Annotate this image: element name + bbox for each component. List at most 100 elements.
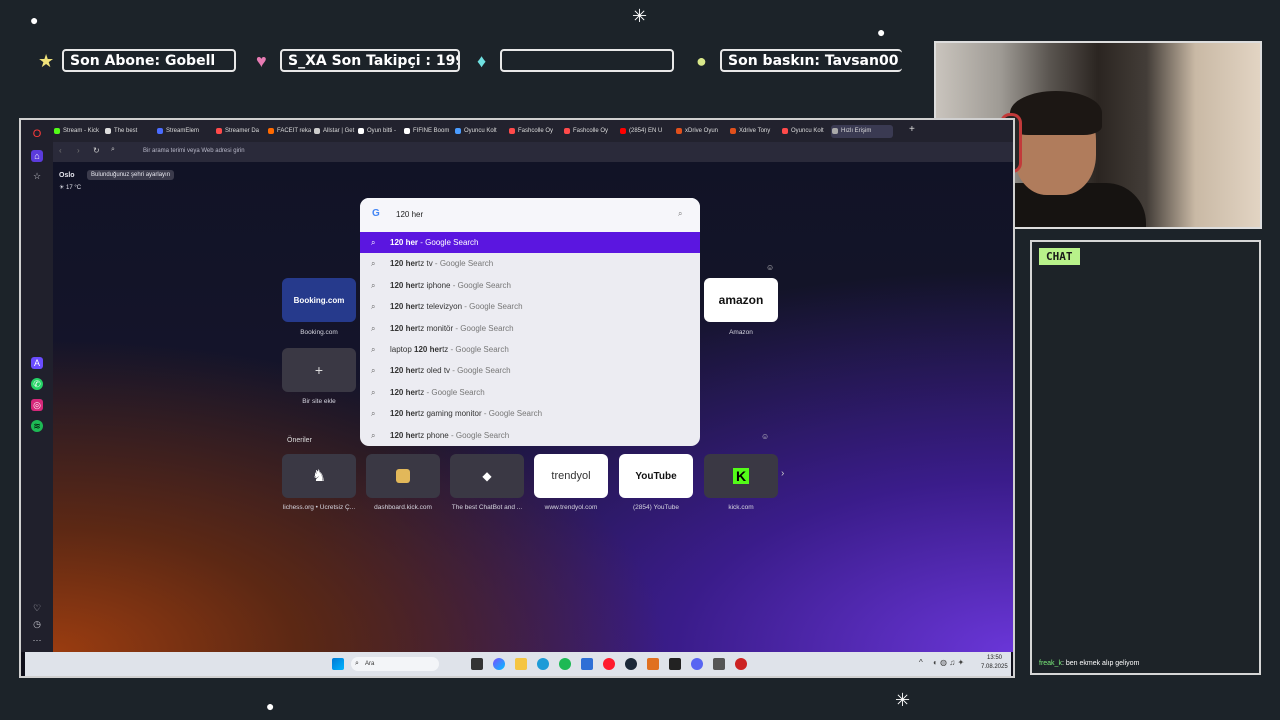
search-suggestion[interactable]: ⌕ 120 hertz televizyon - Google Search [360, 296, 700, 317]
browser-tab[interactable]: (2854) EN U [619, 125, 673, 138]
search-suggestion[interactable]: ⌕ 120 hertz - Google Search [360, 382, 700, 403]
search-field[interactable]: G 120 her ⌕ [360, 198, 700, 232]
steam-icon[interactable] [625, 658, 637, 670]
tray-icons[interactable]: ◐ ◍ ♫ ✦ [933, 658, 964, 667]
search-suggestion[interactable]: ⌕ laptop 120 hertz - Google Search [360, 339, 700, 360]
search-dropdown: G 120 her ⌕ ⌕ 120 her - Google Search ⌕ 120… [360, 198, 700, 446]
reload-icon[interactable]: ↻ [93, 146, 100, 155]
sparkle-icon: ● [266, 698, 275, 714]
last-raid-box: Son baskın: Tavsan00 [720, 49, 902, 72]
app-icon[interactable] [647, 658, 659, 670]
game-icon[interactable] [713, 658, 725, 670]
weather-city: Oslo [59, 172, 75, 179]
browser-tab[interactable]: Stream - Kick [53, 125, 101, 138]
search-icon: ⌕ [371, 238, 376, 247]
store-icon[interactable] [581, 658, 593, 670]
browser-tab[interactable]: Streamer Da [215, 125, 265, 138]
plus-icon: + [314, 362, 324, 378]
suggested-site-label: kick.com [728, 504, 754, 511]
bookmark-icon[interactable]: ☆ [31, 170, 43, 182]
search-input[interactable]: 120 her [396, 210, 423, 219]
suggestions-title: Öneriler [287, 437, 312, 444]
search-suggestion[interactable]: ⌕ 120 hertz tv - Google Search [360, 253, 700, 274]
browser-tab[interactable]: Fashcolle Oy [563, 125, 615, 138]
more-icon[interactable]: ⋯ [31, 634, 43, 646]
search-suggestion[interactable]: ⌕ 120 her - Google Search [360, 232, 700, 253]
spotify-icon[interactable]: ≋ [31, 420, 43, 432]
suggested-kick-dashboard[interactable] [366, 454, 440, 498]
aria-icon[interactable]: A [31, 357, 43, 369]
terminal-icon[interactable] [669, 658, 681, 670]
browser-tab[interactable]: Oyuncu Kolt [781, 125, 829, 138]
chevron-up-icon[interactable]: ^ [919, 658, 923, 667]
browser-tab[interactable]: xDrive Oyun [675, 125, 727, 138]
suggested-lichess[interactable]: ♞ [282, 454, 356, 498]
chevron-right-icon[interactable]: › [781, 468, 784, 479]
windows-start-icon[interactable] [332, 658, 344, 670]
spotify-icon[interactable] [559, 658, 571, 670]
taskbar-search[interactable]: ⌕ Ara [351, 657, 439, 671]
file-explorer-icon[interactable] [515, 658, 527, 670]
history-icon[interactable]: ◷ [31, 618, 43, 630]
search-suggestion[interactable]: ⌕ 120 hertz oled tv - Google Search [360, 360, 700, 381]
forward-icon[interactable]: › [77, 146, 80, 155]
browser-tab[interactable]: Fashcolle Oy [508, 125, 560, 138]
browser-tab[interactable]: FACEIT reka [267, 125, 311, 138]
whatsapp-icon[interactable]: ✆ [31, 378, 43, 390]
weather-temp-value: 17 °C [66, 185, 82, 191]
suggested-chatbot[interactable]: ◆ [450, 454, 524, 498]
browser-tab[interactable]: Oyuncu Kolt [454, 125, 506, 138]
browser-tab[interactable]: Hızlı Erişim [831, 125, 893, 138]
clock-date[interactable]: 7.08.2025 [981, 664, 1008, 670]
browser-tab[interactable]: Oyun bitti - [357, 125, 401, 138]
chatbot-icon: ◆ [482, 469, 492, 483]
discord-icon[interactable] [691, 658, 703, 670]
suggested-youtube[interactable]: YouTube [619, 454, 693, 498]
clock-time[interactable]: 13:50 [987, 655, 1002, 661]
speed-dial-amazon[interactable]: amazon [704, 278, 778, 322]
search-suggestion[interactable]: ⌕ 120 hertz gaming monitor - Google Searc… [360, 403, 700, 424]
chat-username: freak_k [1039, 660, 1062, 667]
heart-icon: ♥ [256, 51, 267, 71]
browser-tab[interactable]: Xdrive Tony [729, 125, 779, 138]
search-suggestion[interactable]: ⌕ 120 hertz monitör - Google Search [360, 318, 700, 339]
new-tab-icon[interactable]: + [909, 124, 915, 135]
sparkle-icon: ✳ [895, 690, 911, 710]
edge-icon[interactable] [537, 658, 549, 670]
weather-location-hint[interactable]: Bulunduğunuz şehri ayarlayın [87, 170, 175, 180]
search-suggestion[interactable]: ⌕ 120 hertz iphone - Google Search [360, 275, 700, 296]
emoji-icon[interactable]: ☺ [761, 432, 769, 441]
suggested-kick[interactable]: K [704, 454, 778, 498]
suggestion-post: tz monitör [418, 323, 454, 333]
add-site-button[interactable]: + [282, 348, 356, 392]
home-icon[interactable]: ⌂ [31, 150, 43, 162]
search-suggestion[interactable]: ⌕ 120 hertz phone - Google Search [360, 425, 700, 446]
emoji-icon[interactable]: ☺ [766, 263, 774, 272]
suggestion-bold: 120 her [414, 345, 443, 354]
suggestion-src: - Google Search [481, 409, 543, 419]
search-icon: ⌕ [371, 280, 376, 290]
speed-dial-booking[interactable]: Booking.com [282, 278, 356, 322]
search-icon: ⌕ [371, 323, 376, 333]
suggested-trendyol[interactable]: trendyol [534, 454, 608, 498]
tray-app-icon[interactable] [735, 658, 747, 670]
back-icon[interactable]: ‹ [59, 146, 62, 155]
heart-icon[interactable]: ♡ [31, 602, 43, 614]
search-icon[interactable]: ⌕ [678, 209, 682, 219]
task-view-icon[interactable] [471, 658, 483, 670]
search-icon: ⌕ [371, 430, 376, 440]
browser-tab[interactable]: FIFINE Boom [403, 125, 452, 138]
copilot-icon[interactable] [493, 658, 505, 670]
suggestion-post: tz tv [418, 259, 433, 269]
browser-tab[interactable]: StreamElem [156, 125, 212, 138]
suggested-site-label: dashboard.kick.com [374, 504, 432, 511]
suggestion-pre: laptop [390, 345, 415, 354]
address-input[interactable]: Bir arama terimi veya Web adresi girin [143, 148, 245, 154]
suggestion-post: tz oled tv [418, 366, 451, 376]
suggestion-post: tz phone [418, 430, 449, 440]
opera-icon[interactable]: O [31, 128, 43, 140]
opera-icon[interactable] [603, 658, 615, 670]
browser-tab[interactable]: Allstar | Get [313, 125, 355, 138]
browser-tab[interactable]: The best [104, 125, 154, 138]
instagram-icon[interactable]: ◎ [31, 399, 43, 411]
